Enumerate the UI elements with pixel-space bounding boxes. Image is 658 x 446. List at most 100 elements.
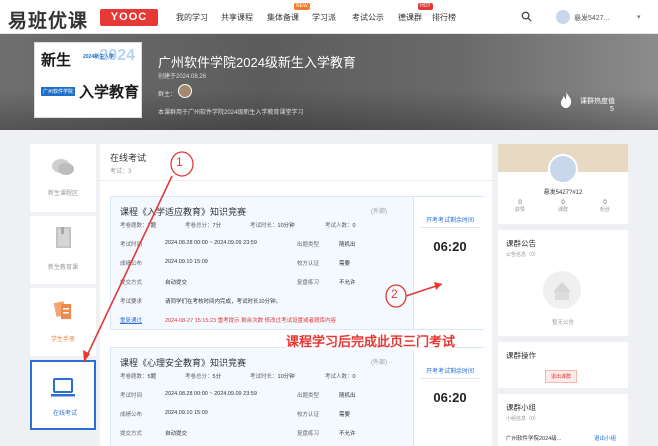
exam-card[interactable]: 课程《入学适应教育》知识竞赛 (外部) 考卷题数：7题 考卷总分：7分 考试时长… (110, 196, 485, 330)
sidebar-label: 在线考试 (52, 411, 77, 417)
retake-notice: 2024-08-27 15:15:23 重考提示 剩余次数 修改过考试设置或者题… (165, 318, 337, 324)
hot-label: 课群热度值 (580, 98, 615, 105)
meta-practice-value: 不允许 (339, 280, 356, 286)
owner-avatar[interactable] (178, 84, 192, 98)
chevron-down-icon[interactable]: ▾ (637, 13, 641, 21)
nav-item-exam-notice[interactable]: 考试公示 (352, 12, 384, 23)
top-navbar: 易班优课 YOOC 我的学习 共享课程 集体备课 NEW 学习派 考试公示 德课… (0, 0, 658, 34)
stat-likes: 0 获赞 (514, 200, 525, 213)
meta-req-key: 考试要求 (120, 299, 143, 305)
course-created: 创建于2024.08.26 (158, 74, 207, 80)
user-name[interactable]: 悬发5427... (574, 13, 609, 23)
exam-ext-tag: (外部) (371, 360, 387, 366)
site-logo[interactable]: 易班优课 (8, 6, 88, 33)
group-ops-panel: 课群操作 退出课群 (498, 342, 628, 388)
nav-item-ranking[interactable]: 排行榜 (432, 12, 456, 23)
sidebar-item-handbook[interactable]: 学生手册 (30, 288, 96, 356)
meta-duration: 考试时长：10分钟 (250, 223, 295, 229)
exam-list-panel: 在线考试 考试：3 课程《入学适应教育》知识竞赛 (外部) 考卷题数：7题 考卷… (100, 144, 492, 446)
fire-icon (560, 92, 572, 108)
meta-publish-value: 2024.09.10 15:09 (165, 410, 208, 416)
meta-score: 考卷总分：5分 (185, 374, 222, 380)
annotation-circle-1: 1 (176, 155, 183, 169)
nav-item-shared-courses[interactable]: 共享课程 (221, 12, 253, 23)
notice-title: 课群公告 (506, 239, 536, 248)
stat-groups: 0 课群 (557, 200, 568, 213)
profile-avatar[interactable] (548, 154, 578, 184)
meta-school-value: 需要 (339, 412, 351, 418)
ops-title: 课群操作 (506, 351, 536, 360)
divider (100, 180, 492, 181)
cover-small-text: 2024新生入学 (83, 54, 115, 60)
nav-item-study-group[interactable]: 学习派 (312, 12, 336, 23)
sidebar-label: 学生手册 (50, 337, 75, 343)
meta-type-key: 出题类型 (297, 242, 320, 248)
annotation-circle-2: 2 (391, 287, 398, 301)
search-icon[interactable] (521, 11, 532, 22)
user-profile-card: 悬发5427?#12 0 获赞 0 课群 0 粉丝 (498, 144, 628, 224)
countdown-time: 06:20 (433, 239, 467, 254)
meta-takers: 考试人数：0 (325, 374, 356, 380)
meta-takers: 考试人数：0 (325, 223, 356, 229)
meta-practice-key: 复盘练习 (297, 431, 320, 437)
exam-title[interactable]: 课程《心理安全教育》知识竞赛 (120, 356, 246, 369)
countdown-label: 开考考试剩余时间 (425, 218, 474, 224)
exam-title[interactable]: 课程《入学适应教育》知识竞赛 (120, 205, 246, 218)
meta-time-key: 考试时间 (120, 242, 143, 248)
annotation-text: 课程学习后完成此页三门考试 (286, 331, 456, 350)
course-title: 广州软件学院2024级新生入学教育 (158, 55, 356, 70)
team-title: 课群小组 (506, 403, 536, 412)
empty-icon (543, 271, 581, 309)
exam-card[interactable]: 课程《心理安全教育》知识竞赛 (外部) 考卷题数：5题 考卷总分：5分 考试时长… (110, 347, 485, 446)
meta-req-value: 请同学们在考核时间内完成，考试时长10分钟。 (165, 299, 282, 305)
nav-item-group-prep[interactable]: 集体备课 (267, 12, 299, 23)
team-item[interactable]: 广州软件学院2024级... (506, 434, 561, 442)
exam-count: 考试：3 (110, 169, 132, 175)
countdown-label: 开考考试剩余时间 (425, 369, 474, 375)
divider (420, 378, 480, 379)
exam-countdown-box[interactable]: 开考考试剩余时间 06:20 (413, 197, 485, 329)
nav-tag-new: NEW (294, 3, 310, 10)
meta-duration: 考试时长：10分钟 (250, 374, 295, 380)
nav-item-moral-group[interactable]: 德课群 (398, 12, 422, 23)
left-sidebar: 新生课程区 新生教育课 学生手册 在线考试 (30, 144, 96, 446)
cover-title-1: 新生 (41, 52, 72, 69)
logo-badge[interactable]: YOOC (100, 9, 158, 26)
course-description: 本课群用于广州软件学院2024级新生入学教育课堂学习 (158, 110, 304, 116)
sidebar-label: 新生课程区 (47, 191, 78, 197)
meta-submit-key: 提交方式 (120, 280, 143, 286)
retake-link[interactable]: 重复通过 (120, 316, 142, 324)
nav-item-my-study[interactable]: 我的学习 (176, 12, 208, 23)
exam-ext-tag: (外部) (371, 209, 387, 215)
exam-countdown-box[interactable]: 开考考试剩余时间 06:20 (413, 348, 485, 446)
course-cover: 2024 新生 2024新生入学 广州软件学院 入学教育 (34, 42, 142, 118)
quit-team-link[interactable]: 退出小组 (594, 434, 616, 442)
divider (420, 227, 480, 228)
user-avatar[interactable] (556, 10, 570, 24)
quit-group-button[interactable]: 退出课群 (545, 370, 578, 383)
meta-publish-value: 2024.09.10 15:09 (165, 259, 208, 265)
meta-type-value: 随机出 (339, 393, 356, 399)
meta-submit-value: 自动提交 (165, 280, 188, 286)
nav-tag-hot: HOT (418, 3, 433, 10)
meta-submit-key: 提交方式 (120, 431, 143, 437)
notice-empty: 暂无公告 (551, 320, 574, 326)
meta-practice-value: 不允许 (339, 431, 356, 437)
meta-time-value: 2024.08.28 00:00 ~ 2024.09.09 23:59 (165, 240, 257, 246)
meta-time-key: 考试时间 (120, 393, 143, 399)
notice-panel: 课群公告 公告信息（0） 暂无公告 (498, 230, 628, 336)
meta-school-key: 校方认证 (297, 412, 320, 418)
sidebar-item-education[interactable]: 新生教育课 (30, 216, 96, 284)
meta-time-value: 2024.08.28 00:00 ~ 2024.09.09 23:59 (165, 391, 257, 397)
cover-school: 广州软件学院 (41, 87, 76, 96)
meta-school-value: 需要 (339, 261, 351, 267)
meta-type-value: 随机出 (339, 242, 356, 248)
meta-score: 考卷总分：7分 (185, 223, 222, 229)
sidebar-label: 新生教育课 (47, 265, 78, 271)
book-icon (56, 227, 71, 248)
meta-publish-key: 成绩公布 (120, 412, 143, 418)
file-icon (53, 301, 71, 319)
profile-name: 悬发5427?#12 (543, 190, 583, 196)
sidebar-item-online-exam[interactable]: 在线考试 (30, 360, 96, 430)
sidebar-item-course-area[interactable]: 新生课程区 (30, 144, 96, 212)
